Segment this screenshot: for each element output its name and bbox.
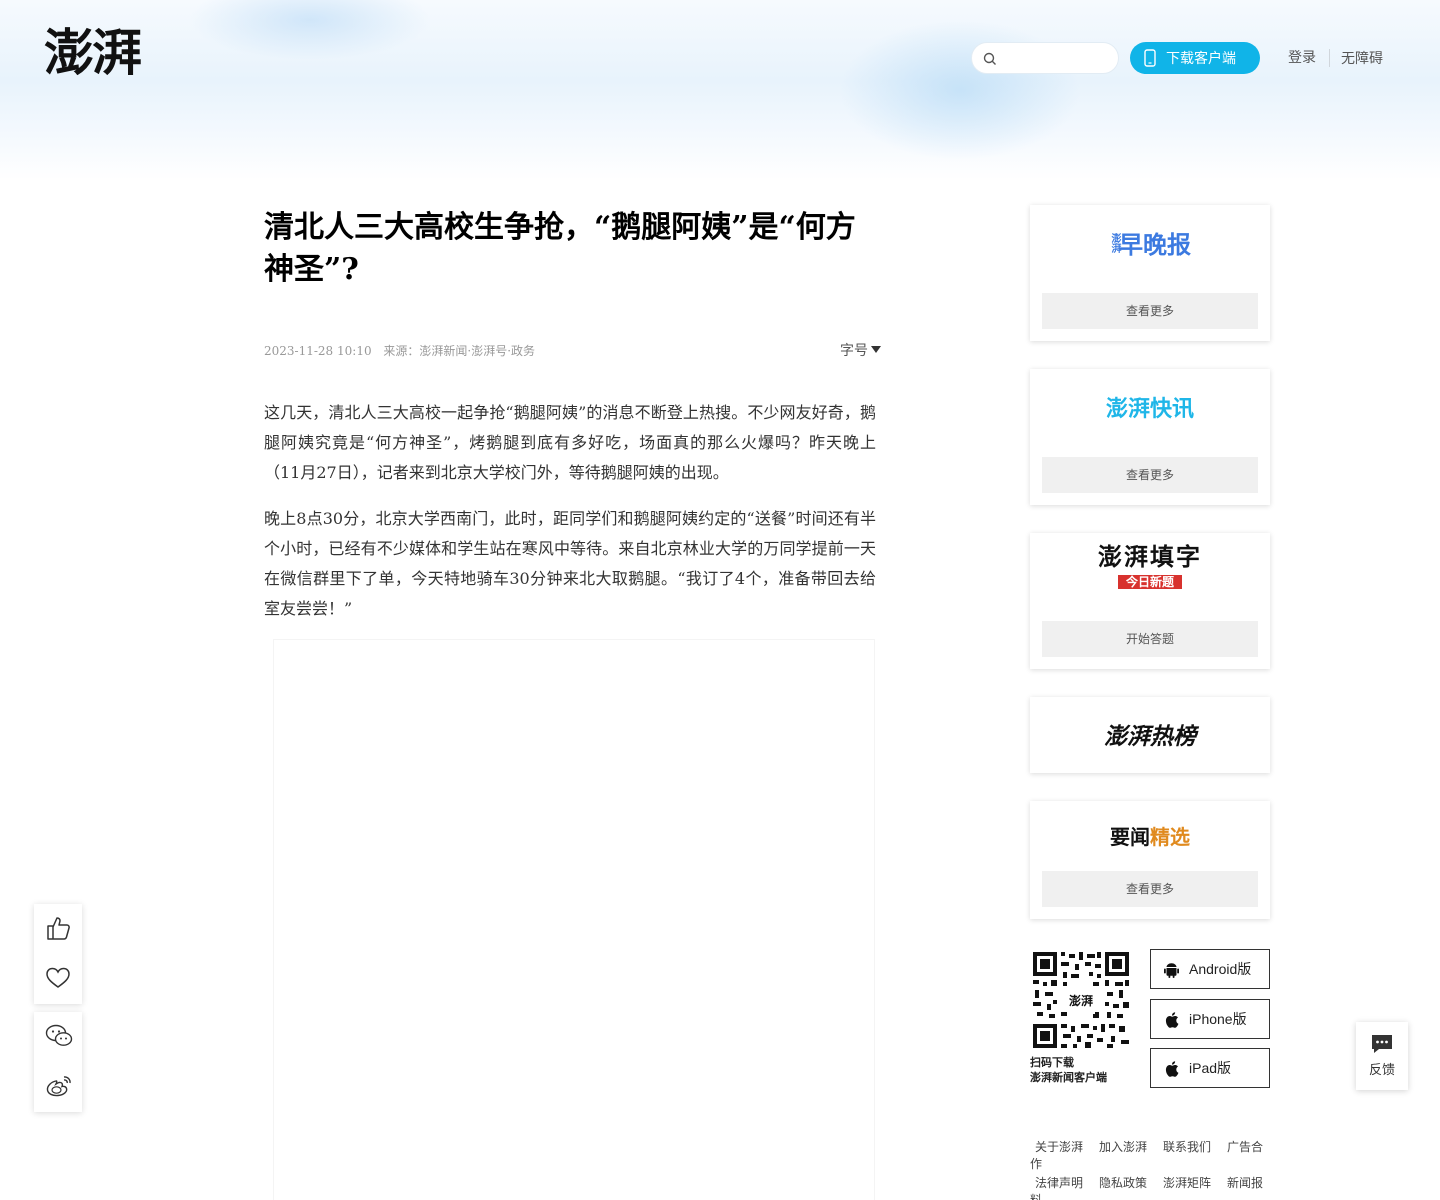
android-download-button[interactable]: Android版 bbox=[1150, 949, 1270, 989]
apple-icon bbox=[1165, 1061, 1179, 1077]
favorite-button[interactable] bbox=[34, 954, 82, 1004]
floating-actions-share bbox=[34, 1012, 82, 1112]
login-link[interactable]: 登录 bbox=[1288, 47, 1316, 67]
font-size-toggle[interactable]: 字号 bbox=[840, 340, 881, 360]
footer-link[interactable]: 联系我们 bbox=[1163, 1140, 1211, 1154]
font-size-label: 字号 bbox=[840, 342, 868, 358]
phone-icon bbox=[1144, 49, 1156, 67]
footer-links-row: 法律声明 隐私政策 澎湃矩阵 新闻报料 bbox=[1030, 1174, 1270, 1200]
search-box[interactable] bbox=[971, 42, 1119, 74]
view-more-button[interactable]: 查看更多 bbox=[1042, 871, 1258, 907]
hot-list-logo: 澎湃热榜 bbox=[1104, 723, 1196, 750]
qr-caption-line1: 扫码下载 bbox=[1030, 1057, 1074, 1069]
search-icon bbox=[983, 52, 996, 65]
card-hot-list[interactable]: 澎湃热榜 bbox=[1030, 697, 1270, 773]
qr-caption: 扫码下载 澎湃新闻客户端 bbox=[1030, 1056, 1107, 1086]
article-title: 清北人三大高校生争抢，“鹅腿阿姨”是“何方神圣”? bbox=[264, 210, 856, 287]
iphone-download-button[interactable]: iPhone版 bbox=[1150, 999, 1270, 1039]
heart-icon bbox=[46, 967, 70, 988]
footer-link[interactable]: 澎湃矩阵 bbox=[1163, 1176, 1211, 1190]
nav-divider bbox=[1329, 49, 1330, 67]
crossword-title: 澎湃填字 bbox=[1098, 542, 1202, 571]
site-logo[interactable]: 澎湃 bbox=[44, 22, 152, 84]
iphone-label: iPhone版 bbox=[1189, 1011, 1247, 1027]
floating-actions-primary bbox=[34, 904, 82, 1004]
article-paragraph: 这几天，清北人三大高校一起争抢“鹅腿阿姨”的消息不断登上热搜。不少网友好奇，鹅腿… bbox=[264, 403, 876, 482]
search-input[interactable] bbox=[1002, 47, 1110, 69]
feedback-icon bbox=[1372, 1035, 1392, 1053]
top-news-logo-part1: 要闻 bbox=[1110, 825, 1150, 849]
top-news-logo[interactable]: 要闻精选 bbox=[1030, 821, 1270, 850]
android-label: Android版 bbox=[1189, 961, 1252, 977]
crossword-logo[interactable]: 澎湃填字 今日新题 bbox=[1030, 543, 1270, 590]
qr-code: 澎湃 bbox=[1031, 950, 1131, 1050]
feedback-button[interactable]: 反馈 bbox=[1356, 1022, 1408, 1090]
footer-link[interactable]: 法律声明 bbox=[1035, 1176, 1083, 1190]
footer-link[interactable]: 加入澎湃 bbox=[1099, 1140, 1147, 1154]
view-more-button[interactable]: 查看更多 bbox=[1042, 457, 1258, 493]
wechat-icon bbox=[45, 1024, 73, 1046]
morning-evening-report-prefix: 澎湃 bbox=[1109, 232, 1120, 253]
download-app-button[interactable]: 下载客户端 bbox=[1130, 42, 1260, 74]
footer-link[interactable]: 隐私政策 bbox=[1099, 1176, 1147, 1190]
feedback-label: 反馈 bbox=[1368, 1062, 1395, 1077]
ipad-label: iPad版 bbox=[1189, 1060, 1232, 1076]
footer-link[interactable]: 关于澎湃 bbox=[1035, 1140, 1083, 1154]
news-flash-logo[interactable]: 澎湃快讯 bbox=[1030, 391, 1270, 423]
caret-down-icon bbox=[871, 346, 881, 353]
android-icon bbox=[1164, 963, 1179, 978]
ipad-download-button[interactable]: iPad版 bbox=[1150, 1048, 1270, 1088]
qr-caption-line2: 澎湃新闻客户端 bbox=[1030, 1072, 1107, 1084]
card-news-flash: 澎湃快讯 查看更多 bbox=[1030, 369, 1270, 505]
accessibility-link[interactable]: 无障碍 bbox=[1341, 48, 1383, 68]
card-morning-evening-report: 澎湃早晚报 查看更多 bbox=[1030, 205, 1270, 341]
card-crossword: 澎湃填字 今日新题 开始答题 bbox=[1030, 533, 1270, 669]
article-paragraph: 晚上8点30分，北京大学西南门，此时，距同学们和鹅腿阿姨约定的“送餐”时间还有半… bbox=[264, 509, 876, 618]
thumbs-up-icon bbox=[47, 917, 70, 940]
share-wechat-button[interactable] bbox=[34, 1012, 82, 1062]
start-quiz-button[interactable]: 开始答题 bbox=[1042, 621, 1258, 657]
article-date: 2023-11-28 10:10 bbox=[264, 344, 372, 358]
apple-icon bbox=[1165, 1012, 1179, 1028]
weibo-icon bbox=[46, 1076, 71, 1097]
article-source: 来源：澎湃新闻·澎湃号·政务 bbox=[383, 344, 536, 358]
article-meta: 2023-11-28 10:10 来源：澎湃新闻·澎湃号·政务 bbox=[264, 342, 543, 359]
like-button[interactable] bbox=[34, 904, 82, 954]
article-image bbox=[274, 640, 874, 1200]
header-background bbox=[0, 0, 1440, 180]
footer-links-row: 关于澎湃 加入澎湃 联系我们 广告合作 bbox=[1030, 1138, 1270, 1172]
morning-evening-report-logo[interactable]: 澎湃早晚报 bbox=[1030, 225, 1270, 260]
top-news-logo-part2: 精选 bbox=[1150, 825, 1190, 849]
morning-evening-report-title: 早晚报 bbox=[1119, 230, 1191, 259]
view-more-button[interactable]: 查看更多 bbox=[1042, 293, 1258, 329]
card-top-news: 要闻精选 查看更多 bbox=[1030, 801, 1270, 919]
share-weibo-button[interactable] bbox=[34, 1062, 82, 1112]
download-app-label: 下载客户端 bbox=[1166, 50, 1236, 66]
crossword-subtitle: 今日新题 bbox=[1117, 575, 1182, 589]
svg-text:澎湃: 澎湃 bbox=[1069, 993, 1093, 1008]
